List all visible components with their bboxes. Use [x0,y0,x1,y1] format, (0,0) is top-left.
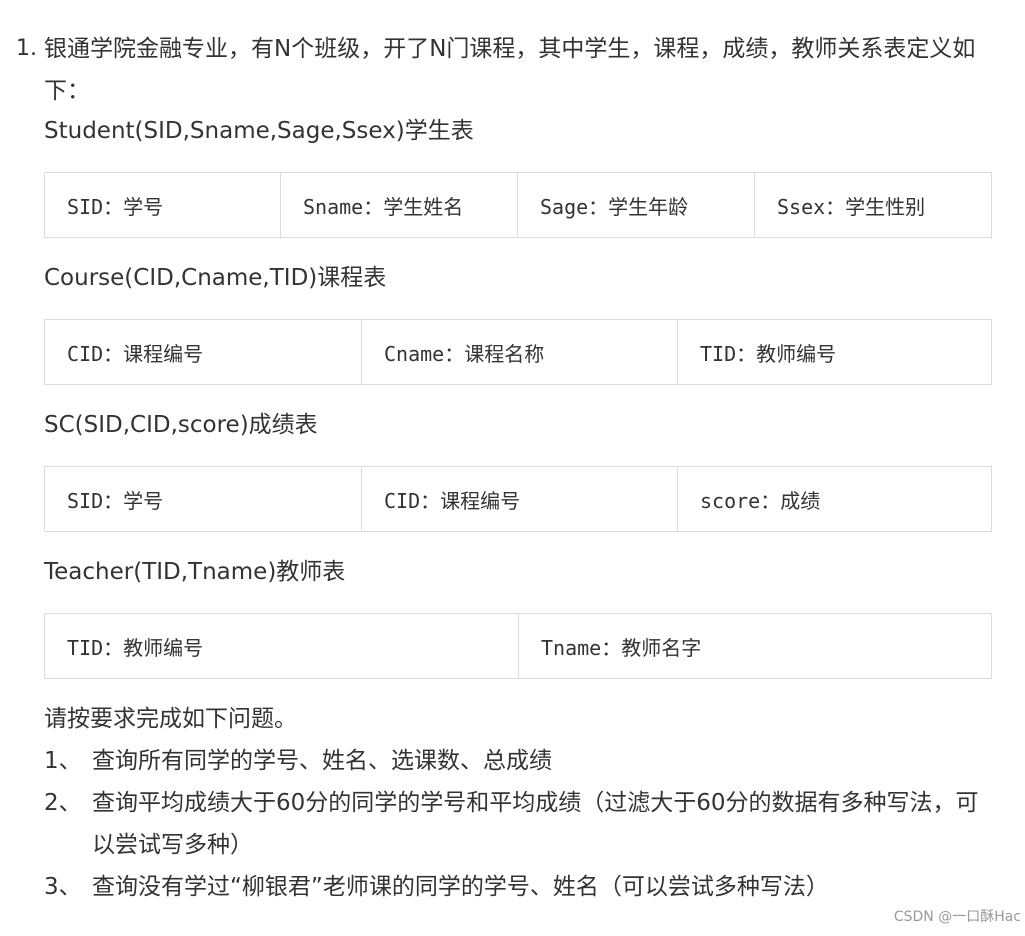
table-row: TID：教师编号 Tname：教师名字 [44,613,992,679]
student-table-title: Student(SID,Sname,Sage,Ssex)学生表 [44,118,474,144]
list-number: 1. [16,36,37,61]
table-cell: SID：学号 [44,466,362,532]
teacher-table-title: Teacher(TID,Tname)教师表 [44,559,346,585]
document: 1. 银通学院金融专业，有N个班级，开了N门课程，其中学生，课程，成绩，教师关系… [0,0,1025,936]
question-item: 3、 查询没有学过“柳银君”老师课的同学的学号、姓名（可以尝试多种写法） [44,866,992,908]
question-number: 2、 [44,790,82,816]
table-cell: TID：教师编号 [44,613,519,679]
table-cell: SID：学号 [44,172,281,238]
question-item: 1、 查询所有同学的学号、姓名、选课数、总成绩 [44,740,992,782]
student-schema-table: SID：学号 Sname：学生姓名 Sage：学生年龄 Ssex：学生性别 [44,172,992,238]
table-cell: Ssex：学生性别 [754,172,992,238]
task-heading: 请按要求完成如下问题。 [44,706,297,732]
course-schema-table: CID：课程编号 Cname：课程名称 TID：教师编号 [44,319,992,385]
course-table-title: Course(CID,Cname,TID)课程表 [44,265,387,291]
table-cell: Tname：教师名字 [518,613,992,679]
question-item: 2、 查询平均成绩大于60分的同学的学号和平均成绩（过滤大于60分的数据有多种写… [44,782,992,866]
question-text: 查询平均成绩大于60分的同学的学号和平均成绩（过滤大于60分的数据有多种写法，可… [92,790,979,858]
sc-schema-table: SID：学号 CID：课程编号 score：成绩 [44,466,992,532]
table-cell: Sage：学生年龄 [517,172,755,238]
table-row: CID：课程编号 Cname：课程名称 TID：教师编号 [44,319,992,385]
table-cell: score：成绩 [677,466,992,532]
csdn-watermark: CSDN @一口酥Hac [893,909,1021,925]
question-number: 3、 [44,874,82,900]
table-cell: Cname：课程名称 [361,319,678,385]
table-cell: CID：课程编号 [44,319,362,385]
table-cell: TID：教师编号 [677,319,992,385]
question-text: 查询没有学过“柳银君”老师课的同学的学号、姓名（可以尝试多种写法） [92,874,829,900]
table-cell: CID：课程编号 [361,466,678,532]
table-row: SID：学号 CID：课程编号 score：成绩 [44,466,992,532]
sc-table-title: SC(SID,CID,score)成绩表 [44,412,318,438]
teacher-schema-table: TID：教师编号 Tname：教师名字 [44,613,992,679]
question-number: 1、 [44,748,82,774]
intro-paragraph: 1. 银通学院金融专业，有N个班级，开了N门课程，其中学生，课程，成绩，教师关系… [16,28,1006,112]
intro-text: 银通学院金融专业，有N个班级，开了N门课程，其中学生，课程，成绩，教师关系表定义… [44,36,976,104]
table-cell: Sname：学生姓名 [280,172,518,238]
question-text: 查询所有同学的学号、姓名、选课数、总成绩 [92,748,552,774]
table-row: SID：学号 Sname：学生姓名 Sage：学生年龄 Ssex：学生性别 [44,172,992,238]
